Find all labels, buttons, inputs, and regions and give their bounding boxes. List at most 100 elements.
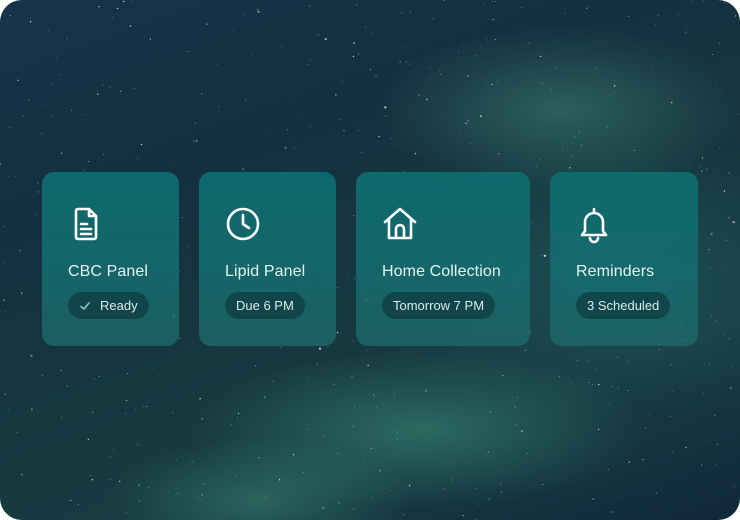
star [501, 491, 502, 493]
star [438, 69, 440, 71]
star [21, 292, 23, 294]
star [30, 354, 33, 357]
star [343, 130, 345, 132]
star [728, 217, 730, 219]
star [479, 115, 482, 118]
star [655, 24, 657, 25]
star [405, 61, 407, 63]
star [109, 478, 111, 480]
star [138, 484, 140, 486]
star [66, 38, 68, 40]
star [530, 385, 532, 387]
star [236, 417, 238, 419]
star [84, 114, 86, 116]
star [280, 346, 282, 349]
star [375, 75, 377, 77]
card-row: CBC Panel Ready Lipid Panel Due 6 PM Hom… [42, 172, 698, 346]
star [37, 191, 39, 193]
star [98, 375, 100, 377]
star [200, 499, 202, 500]
star [556, 66, 558, 68]
star [9, 458, 11, 460]
star [111, 17, 113, 18]
home-icon [380, 204, 420, 244]
star [724, 333, 725, 335]
star [701, 464, 703, 466]
star [101, 133, 103, 135]
star [500, 482, 502, 484]
star [17, 79, 19, 82]
star [173, 127, 175, 129]
star [367, 349, 369, 351]
card-reminders[interactable]: Reminders 3 Scheduled [550, 172, 698, 346]
star [633, 150, 635, 152]
star [324, 38, 327, 41]
card-title: CBC Panel [68, 263, 149, 280]
star [375, 407, 377, 409]
star [17, 178, 19, 180]
star [307, 377, 309, 379]
star [195, 139, 198, 143]
star [488, 451, 490, 453]
star [309, 5, 311, 7]
star [258, 457, 260, 459]
star [586, 7, 588, 9]
star [723, 190, 726, 192]
star [678, 14, 680, 16]
star [13, 160, 15, 162]
star [670, 364, 672, 366]
star [690, 0, 692, 2]
star [607, 469, 609, 470]
star [353, 425, 355, 427]
star [257, 9, 259, 10]
star [370, 33, 372, 35]
star [272, 380, 274, 382]
star [294, 140, 295, 142]
star [738, 113, 740, 115]
star [358, 129, 360, 131]
star [322, 506, 325, 509]
card-home-collection[interactable]: Home Collection Tomorrow 7 PM [356, 172, 530, 346]
star [280, 46, 282, 48]
status-badge: Tomorrow 7 PM [382, 292, 496, 319]
card-cbc-panel[interactable]: CBC Panel Ready [42, 172, 179, 346]
star [125, 399, 128, 402]
star [103, 153, 105, 155]
star [479, 46, 481, 48]
star [578, 131, 580, 133]
star [172, 412, 174, 414]
star [475, 487, 477, 489]
star [716, 80, 718, 82]
star [138, 500, 140, 502]
star [245, 99, 246, 100]
star [4, 100, 6, 102]
star [426, 98, 428, 101]
star [98, 5, 100, 8]
star [55, 56, 57, 58]
star [257, 10, 260, 13]
star [353, 42, 355, 44]
card-lipid-panel[interactable]: Lipid Panel Due 6 PM [199, 172, 336, 346]
star [494, 1, 496, 2]
star [685, 446, 687, 449]
star [87, 438, 90, 441]
star [685, 32, 687, 34]
star [718, 42, 721, 44]
star [494, 39, 496, 41]
star [112, 449, 114, 451]
star [201, 494, 204, 496]
star [597, 428, 600, 430]
star [447, 461, 449, 463]
star [562, 149, 564, 151]
star [77, 504, 80, 506]
star [201, 418, 203, 420]
star [369, 68, 372, 71]
star [199, 398, 201, 400]
star [491, 1, 493, 3]
star [242, 168, 244, 170]
check-icon [79, 300, 91, 312]
star [232, 29, 234, 31]
star [332, 448, 334, 450]
card-title: Reminders [576, 263, 655, 280]
star [56, 457, 58, 459]
